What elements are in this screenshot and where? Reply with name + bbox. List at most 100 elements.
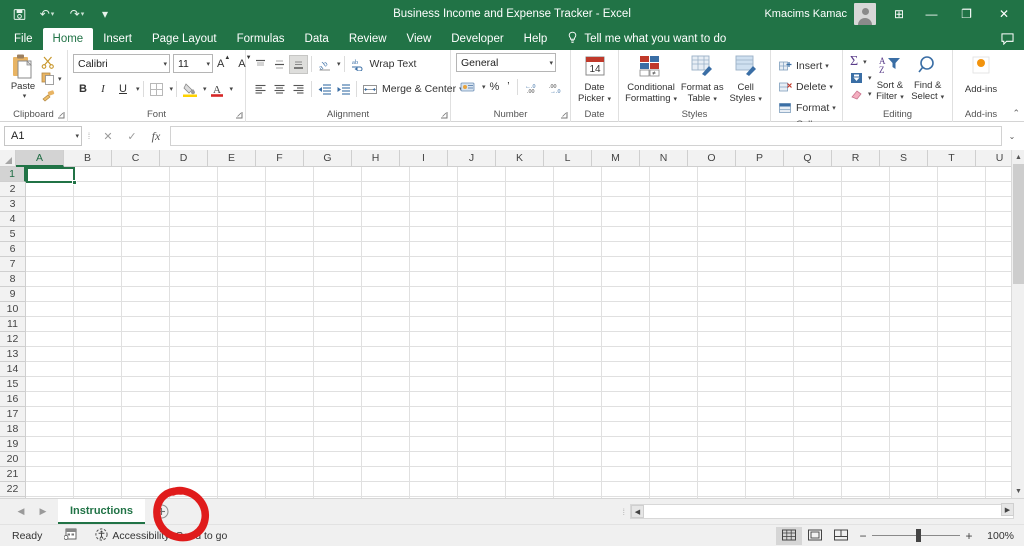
cell-L2[interactable] — [554, 182, 602, 197]
cell-Q20[interactable] — [794, 452, 842, 467]
underline-caret-icon[interactable]: ▾ — [136, 85, 140, 93]
cell-T22[interactable] — [938, 482, 986, 497]
cell-K6[interactable] — [506, 242, 554, 257]
vertical-scroll-thumb[interactable] — [1013, 164, 1024, 284]
tab-file[interactable]: File — [4, 28, 43, 50]
cell-R10[interactable] — [842, 302, 890, 317]
cell-C7[interactable] — [122, 257, 170, 272]
conditional-formatting-caret-icon[interactable]: ▾ — [673, 96, 677, 103]
grid-cells[interactable] — [26, 167, 1024, 498]
cell-B15[interactable] — [74, 377, 122, 392]
cell-P16[interactable] — [746, 392, 794, 407]
cell-R22[interactable] — [842, 482, 890, 497]
cell-G8[interactable] — [314, 272, 362, 287]
cell-O13[interactable] — [698, 347, 746, 362]
cell-B5[interactable] — [74, 227, 122, 242]
font-name-combobox[interactable]: Calibri ▾ — [73, 54, 170, 73]
cell-G11[interactable] — [314, 317, 362, 332]
column-header-R[interactable]: R — [832, 150, 880, 167]
merge-center-button[interactable]: Merge & Center ▾ — [360, 79, 466, 100]
row-header-21[interactable]: 21 — [0, 467, 26, 482]
cell-Q5[interactable] — [794, 227, 842, 242]
borders-button[interactable] — [147, 79, 167, 99]
cell-G15[interactable] — [314, 377, 362, 392]
cell-R13[interactable] — [842, 347, 890, 362]
cell-E17[interactable] — [218, 407, 266, 422]
column-header-B[interactable]: B — [64, 150, 112, 167]
customize-qat-button[interactable]: ▾ — [92, 2, 118, 26]
cell-K14[interactable] — [506, 362, 554, 377]
cell-P10[interactable] — [746, 302, 794, 317]
increase-font-size-button[interactable]: A▲ — [213, 55, 234, 70]
cell-T14[interactable] — [938, 362, 986, 377]
restore-button[interactable]: ❐ — [949, 0, 984, 28]
autosum-button[interactable]: Σ ▾ — [848, 54, 872, 70]
cell-K16[interactable] — [506, 392, 554, 407]
expand-formula-bar-button[interactable]: ⌄ — [1004, 126, 1020, 146]
cell-D12[interactable] — [170, 332, 218, 347]
cell-J3[interactable] — [458, 197, 506, 212]
addins-button[interactable]: Add-ins — [958, 53, 1004, 95]
column-header-S[interactable]: S — [880, 150, 928, 167]
cell-D5[interactable] — [170, 227, 218, 242]
cell-S10[interactable] — [890, 302, 938, 317]
cell-O9[interactable] — [698, 287, 746, 302]
tab-insert[interactable]: Insert — [93, 28, 142, 50]
cell-F22[interactable] — [266, 482, 314, 497]
cell-I17[interactable] — [410, 407, 458, 422]
column-header-P[interactable]: P — [736, 150, 784, 167]
cell-C8[interactable] — [122, 272, 170, 287]
cell-N2[interactable] — [650, 182, 698, 197]
cell-S4[interactable] — [890, 212, 938, 227]
scroll-up-button[interactable]: ▲ — [1012, 150, 1024, 164]
cell-S8[interactable] — [890, 272, 938, 287]
cell-O12[interactable] — [698, 332, 746, 347]
cell-D2[interactable] — [170, 182, 218, 197]
cell-C15[interactable] — [122, 377, 170, 392]
format-as-table-button[interactable]: Format as Table ▾ — [678, 53, 726, 105]
autosum-caret-icon[interactable]: ▾ — [863, 58, 867, 66]
cell-T21[interactable] — [938, 467, 986, 482]
percent-style-button[interactable]: % — [486, 77, 504, 97]
find-select-caret-icon[interactable]: ▾ — [941, 94, 945, 101]
number-format-caret-icon[interactable]: ▾ — [546, 59, 553, 67]
cell-K2[interactable] — [506, 182, 554, 197]
cell-N18[interactable] — [650, 422, 698, 437]
cell-Q1[interactable] — [794, 167, 842, 182]
column-header-M[interactable]: M — [592, 150, 640, 167]
cell-I1[interactable] — [410, 167, 458, 182]
cell-R14[interactable] — [842, 362, 890, 377]
name-box-caret-icon[interactable]: ▾ — [75, 132, 79, 140]
cell-F9[interactable] — [266, 287, 314, 302]
cell-H18[interactable] — [362, 422, 410, 437]
cell-C22[interactable] — [122, 482, 170, 497]
cell-A22[interactable] — [26, 482, 74, 497]
cell-F6[interactable] — [266, 242, 314, 257]
cell-G17[interactable] — [314, 407, 362, 422]
increase-decimal-button[interactable]: ←.0.00 — [521, 77, 545, 97]
paste-button[interactable]: Paste ▾ — [5, 53, 41, 103]
cell-C17[interactable] — [122, 407, 170, 422]
cell-R15[interactable] — [842, 377, 890, 392]
cell-D19[interactable] — [170, 437, 218, 452]
cell-I6[interactable] — [410, 242, 458, 257]
cell-B19[interactable] — [74, 437, 122, 452]
sort-filter-caret-icon[interactable]: ▾ — [900, 94, 904, 101]
cell-Q19[interactable] — [794, 437, 842, 452]
cell-I19[interactable] — [410, 437, 458, 452]
cell-K21[interactable] — [506, 467, 554, 482]
cell-N7[interactable] — [650, 257, 698, 272]
cell-Q16[interactable] — [794, 392, 842, 407]
cell-F4[interactable] — [266, 212, 314, 227]
orientation-caret-icon[interactable]: ▾ — [337, 60, 341, 68]
cell-A17[interactable] — [26, 407, 74, 422]
cell-N14[interactable] — [650, 362, 698, 377]
cell-C14[interactable] — [122, 362, 170, 377]
cell-Q22[interactable] — [794, 482, 842, 497]
cell-I14[interactable] — [410, 362, 458, 377]
cell-J18[interactable] — [458, 422, 506, 437]
cell-S9[interactable] — [890, 287, 938, 302]
worksheet-grid[interactable]: ABCDEFGHIJKLMNOPQRSTU 1 2 3 4 5 6 7 8 9 10 11 12 13 1… — [0, 150, 1024, 498]
cell-D1[interactable] — [170, 167, 218, 182]
cell-H7[interactable] — [362, 257, 410, 272]
